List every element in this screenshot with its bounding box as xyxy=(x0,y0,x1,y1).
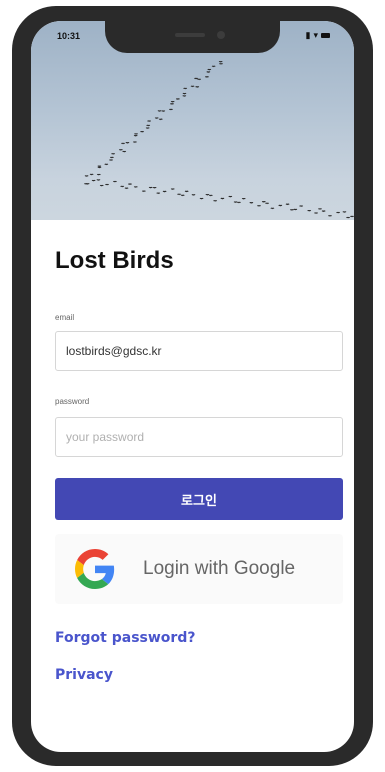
phone-notch xyxy=(105,21,280,53)
password-label: password xyxy=(55,397,90,406)
status-time: 10:31 xyxy=(57,31,81,41)
battery-icon xyxy=(321,33,330,38)
google-login-label: Login with Google xyxy=(143,558,296,579)
app-title: Lost Birds xyxy=(55,247,174,274)
front-camera xyxy=(217,31,225,39)
password-field[interactable] xyxy=(55,417,343,457)
signal-icon: ▮ xyxy=(305,30,311,40)
wifi-icon: ▾ xyxy=(313,30,318,40)
forgot-password-link[interactable]: Forgot password? xyxy=(55,630,195,646)
google-icon xyxy=(75,549,115,589)
speaker-grille xyxy=(175,33,205,37)
login-button[interactable]: 로그인 xyxy=(55,478,343,520)
email-label: email xyxy=(55,313,75,322)
email-field[interactable] xyxy=(55,331,343,371)
google-login-button[interactable]: Login with Google xyxy=(55,534,343,604)
phone-frame: 10:31 ▮ ▾ Lost Birds email password 로그인 … xyxy=(12,6,373,766)
privacy-link[interactable]: Privacy xyxy=(55,667,113,683)
phone-screen: 10:31 ▮ ▾ Lost Birds email password 로그인 … xyxy=(31,21,354,752)
status-icons: ▮ ▾ xyxy=(306,30,330,41)
